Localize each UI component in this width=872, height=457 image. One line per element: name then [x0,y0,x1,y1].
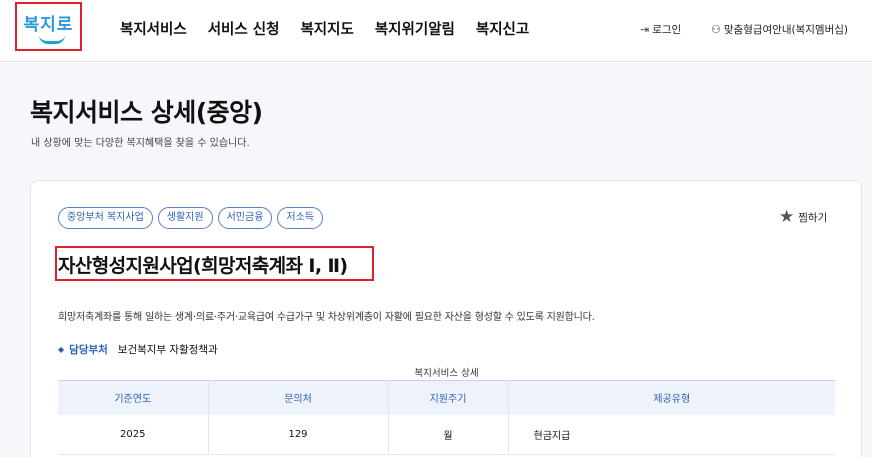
page-description: 내 상황에 맞는 다양한 복지혜택을 찾을 수 있습니다. [31,138,250,149]
member-guide-label: 맞춤형급여안내(복지멤버십) [723,24,848,36]
table-caption: 복지서비스 상세 [414,368,479,379]
user-plus-icon: ⚇ [711,23,721,36]
header-provision-type: 제공유형 [508,380,835,415]
department-info: ◆ 담당부처 보건복지부 자활정책과 [58,342,218,357]
service-description: 희망저축계좌를 통해 일하는 생계·의료·주거·교육급여 수급가구 및 차상위계… [58,312,595,323]
header-support-cycle: 지원주기 [388,380,509,415]
nav-item-service-apply[interactable]: 서비스 신청 [208,18,280,39]
service-tags: 중앙부처 복지사업 생활지원 서민금융 저소득 [58,207,324,229]
main-nav: 복지서비스 서비스 신청 복지지도 복지위기알림 복지신고 [120,18,550,39]
favorite-button[interactable]: ★ 찜하기 [779,209,827,226]
login-arrow-icon: ⇥ [640,23,650,36]
member-guide-link[interactable]: ⚇ 맞춤형급여안내(복지멤버십) [711,22,848,37]
tag-low-income[interactable]: 저소득 [277,207,324,229]
table-header-row: 기준연도 문의처 지원주기 제공유형 [58,380,835,415]
logo-smile-icon [39,35,65,44]
logo-text: 복지로 [23,15,74,35]
table-row: 2025 129 월 현금지급 [58,414,835,455]
nav-item-welfare-report[interactable]: 복지신고 [476,18,529,39]
tag-microfinance[interactable]: 서민금융 [217,207,273,229]
login-label: 로그인 [652,24,682,36]
login-link[interactable]: ⇥ 로그인 [640,22,681,37]
nav-item-welfare-service[interactable]: 복지서비스 [120,18,187,39]
cell-contact: 129 [208,414,389,455]
service-title: 자산형성지원사업(희망저축계좌 Ⅰ, Ⅱ) [58,255,348,277]
department-value: 보건복지부 자활정책과 [117,344,218,356]
nav-item-welfare-map[interactable]: 복지지도 [300,18,353,39]
logo[interactable]: 복지로 [15,2,82,51]
cell-provision-type: 현금지급 [508,414,835,455]
tag-living-support[interactable]: 생활지원 [157,207,213,229]
header-contact: 문의처 [208,380,389,415]
bullet-icon: ◆ [58,345,65,354]
department-label: 담당부처 [69,344,108,356]
page-title: 복지서비스 상세(중앙) [30,98,263,127]
header-base-year: 기준연도 [58,380,209,415]
star-icon: ★ [779,207,795,227]
cell-base-year: 2025 [58,414,209,455]
cell-support-cycle: 월 [388,414,509,455]
service-detail-table: 기준연도 문의처 지원주기 제공유형 2025 129 월 현금지급 [58,380,835,455]
nav-item-crisis-alert[interactable]: 복지위기알림 [375,18,455,39]
tag-central-ministry[interactable]: 중앙부처 복지사업 [58,207,153,229]
favorite-label: 찜하기 [798,212,828,224]
site-header: 복지로 복지서비스 서비스 신청 복지지도 복지위기알림 복지신고 ⇥ 로그인 … [0,0,872,62]
